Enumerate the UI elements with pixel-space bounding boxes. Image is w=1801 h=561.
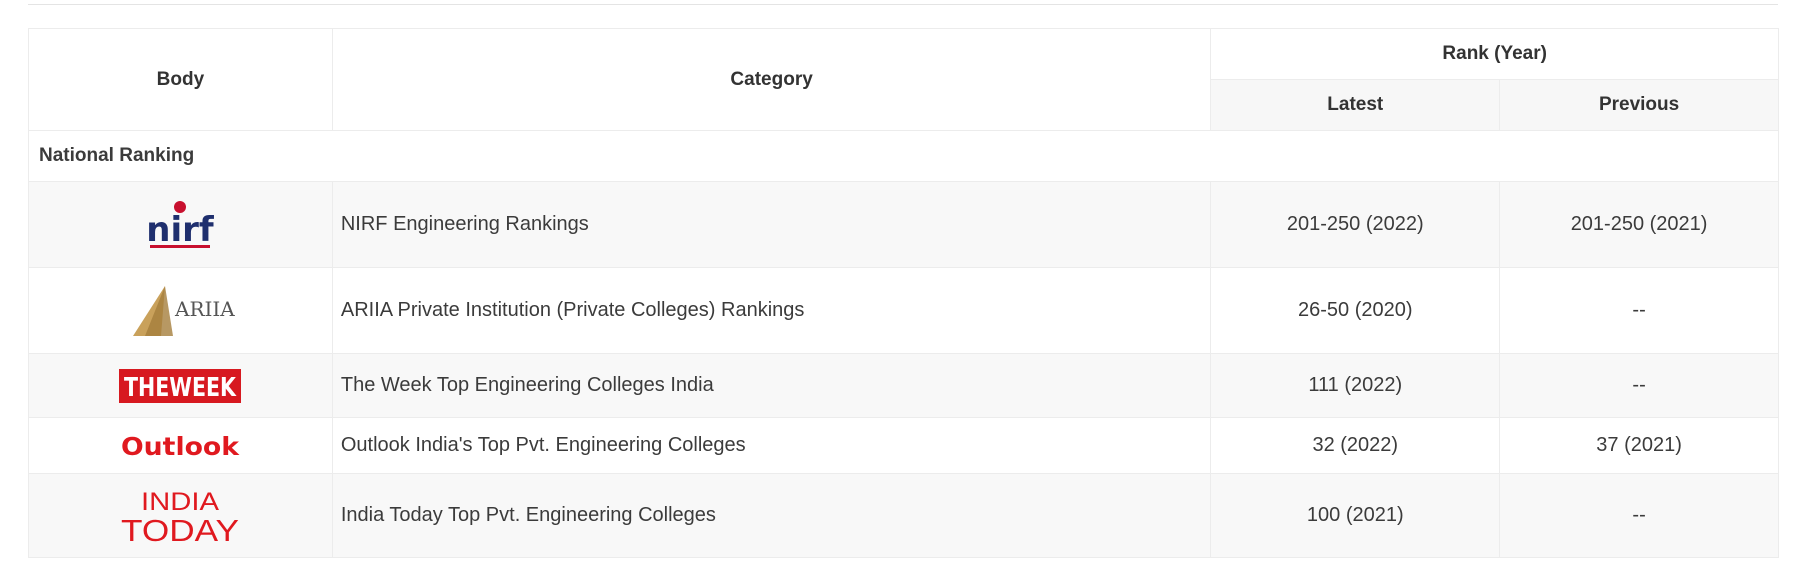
outlook-logo: Outlook [29,431,332,461]
row-latest: 32 (2022) [1210,417,1501,474]
table-row: nirf NIRF Engineering Rankings 201-250 (… [28,181,1779,268]
svg-text:INDIA: INDIA [141,488,219,516]
header-body: Body [28,28,333,131]
ariia-logo: ARIIA [29,282,332,340]
row-previous: -- [1499,353,1779,418]
header-category: Category [331,28,1212,131]
header-latest: Latest [1210,79,1501,131]
table-row: INDIA TODAY India Today Top Pvt. Enginee… [28,473,1779,558]
svg-text:TODAY: TODAY [121,513,239,544]
indiatoday-logo: INDIA TODAY [29,488,332,544]
row-category: NIRF Engineering Rankings [331,181,1212,268]
row-previous: -- [1499,473,1779,558]
table-row: ARIIA ARIIA Private Institution (Private… [28,267,1779,354]
rankings-table: Body Category Rank (Year) Latest Previou… [28,28,1779,558]
table-row: THEWEEK The Week Top Engineering College… [28,353,1779,418]
row-category: India Today Top Pvt. Engineering College… [331,473,1212,558]
nirf-logo: nirf [29,199,332,251]
row-category: ARIIA Private Institution (Private Colle… [331,267,1212,354]
row-category: Outlook India's Top Pvt. Engineering Col… [331,417,1212,474]
svg-text:nirf: nirf [147,210,216,250]
row-previous: 37 (2021) [1499,417,1779,474]
row-category: The Week Top Engineering Colleges India [331,353,1212,418]
rankings-table-container: Body Category Rank (Year) Latest Previou… [28,28,1779,558]
svg-text:ARIIA: ARIIA [174,297,235,321]
theweek-logo: THEWEEK [29,368,332,403]
svg-text:THEWEEK: THEWEEK [124,373,237,403]
row-latest: 100 (2021) [1210,473,1501,558]
svg-text:Outlook: Outlook [121,432,240,461]
row-latest: 111 (2022) [1210,353,1501,418]
row-latest: 201-250 (2022) [1210,181,1501,268]
top-divider [28,4,1778,5]
row-previous: 201-250 (2021) [1499,181,1779,268]
header-rank-year: Rank (Year) [1210,28,1779,80]
row-previous: -- [1499,267,1779,354]
section-title: National Ranking [28,130,1779,182]
header-previous: Previous [1499,79,1779,131]
row-latest: 26-50 (2020) [1210,267,1501,354]
table-row: Outlook Outlook India's Top Pvt. Enginee… [28,417,1779,474]
